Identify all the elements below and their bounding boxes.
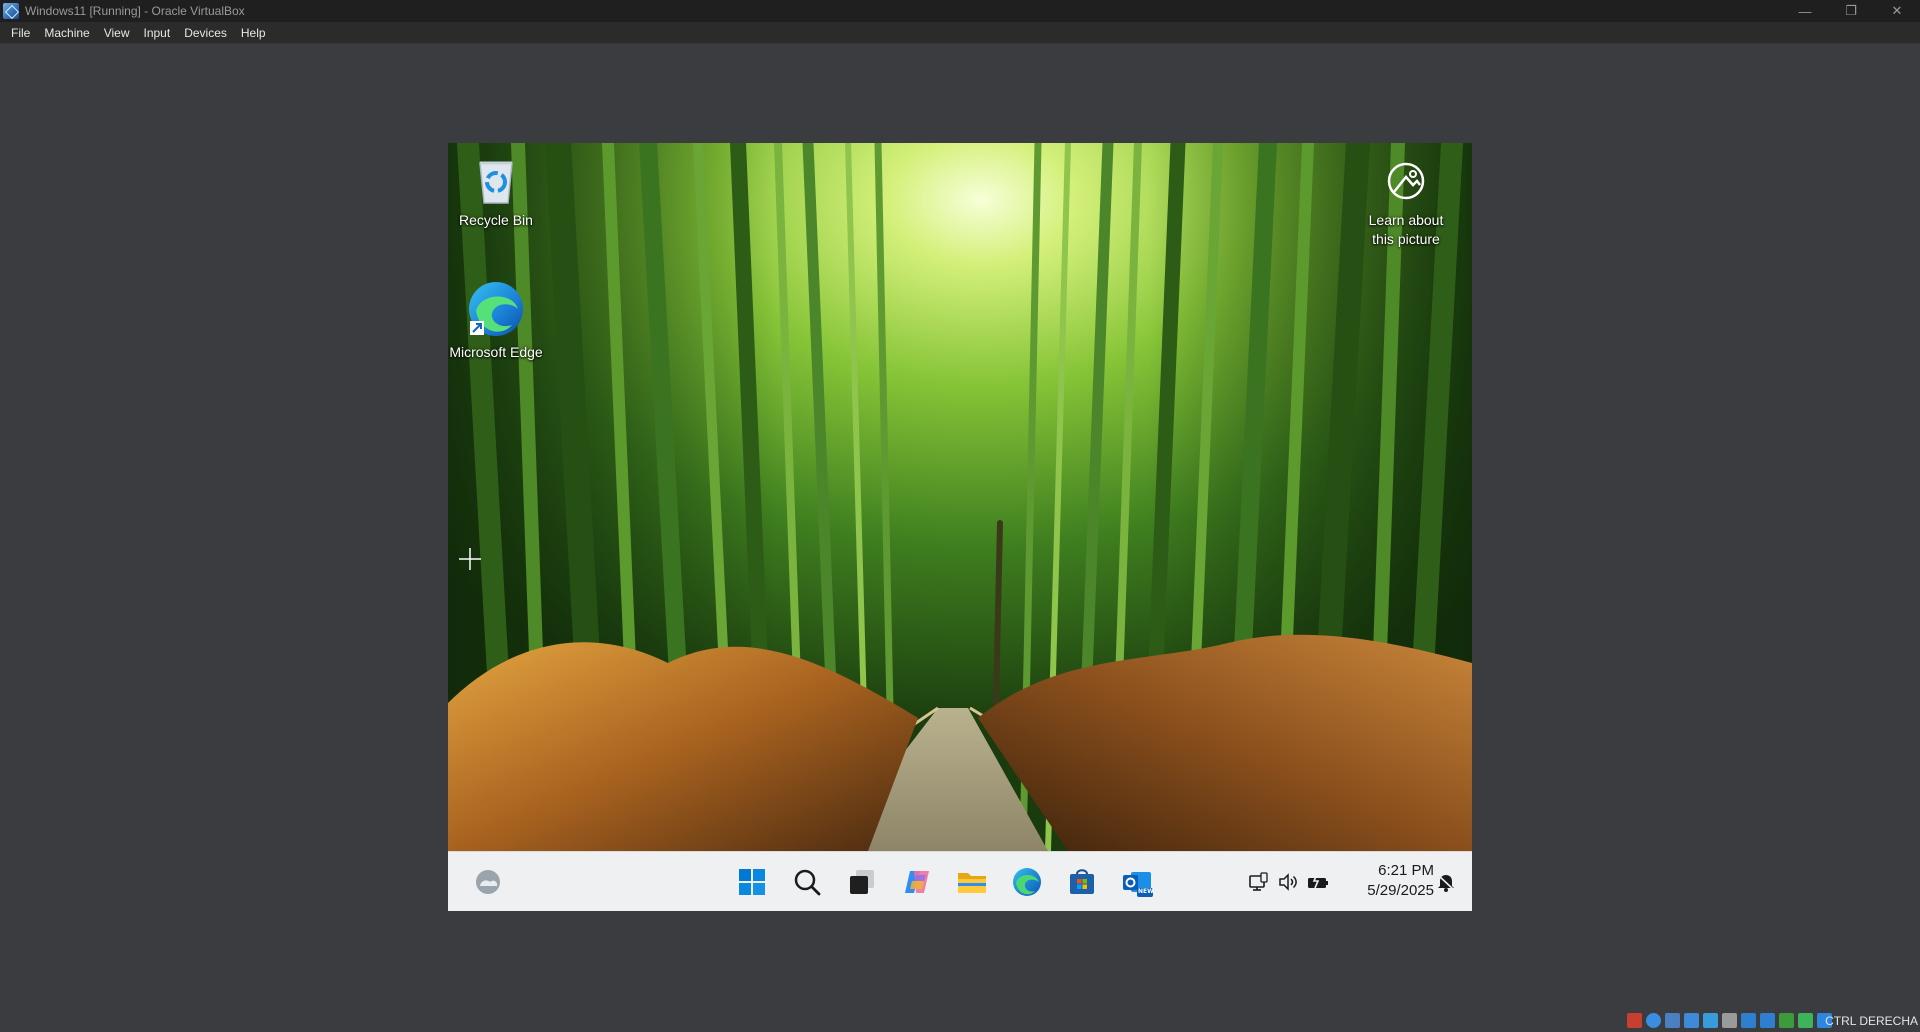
menu-devices[interactable]: Devices xyxy=(177,22,234,44)
mouse-integration-icon[interactable] xyxy=(1798,1013,1813,1028)
desktop-icon-microsoft-edge[interactable]: Microsoft Edge xyxy=(448,279,544,362)
battery-icon[interactable] xyxy=(1306,870,1330,894)
window-controls: — ❐ ✕ xyxy=(1782,0,1920,22)
network-icon[interactable] xyxy=(1246,870,1270,894)
menu-machine[interactable]: Machine xyxy=(37,22,96,44)
edge-icon[interactable] xyxy=(1009,864,1045,900)
hard-disk-icon[interactable] xyxy=(1627,1013,1642,1028)
task-view-icon[interactable] xyxy=(844,864,880,900)
volume-icon[interactable] xyxy=(1276,870,1300,894)
learn-about-picture-label: Learn about this picture xyxy=(1368,212,1444,247)
menu-bar: File Machine View Input Devices Help xyxy=(0,22,1920,44)
widgets-weather-icon[interactable] xyxy=(470,864,506,900)
desktop-wallpaper[interactable] xyxy=(448,143,1472,851)
clock-time: 6:21 PM xyxy=(1378,862,1434,879)
recycle-bin-label: Recycle Bin xyxy=(459,212,533,228)
cpu-icon[interactable] xyxy=(1779,1013,1794,1028)
edge-shortcut-icon xyxy=(466,279,526,339)
optical-drive-icon[interactable] xyxy=(1646,1013,1661,1028)
notification-bell-icon[interactable] xyxy=(1434,870,1458,894)
shared-folders-icon[interactable] xyxy=(1722,1013,1737,1028)
recording-icon[interactable] xyxy=(1760,1013,1775,1028)
recycle-bin-icon xyxy=(470,155,522,207)
microsoft-store-icon[interactable] xyxy=(1064,864,1100,900)
copilot-icon[interactable] xyxy=(899,864,935,900)
clock-date: 5/29/2025 xyxy=(1367,882,1434,899)
close-button[interactable]: ✕ xyxy=(1874,0,1920,22)
menu-input[interactable]: Input xyxy=(137,22,178,44)
minimize-button[interactable]: — xyxy=(1782,0,1828,22)
window-title: Windows11 [Running] - Oracle VirtualBox xyxy=(25,4,245,18)
search-icon[interactable] xyxy=(789,864,825,900)
window-titlebar: Windows11 [Running] - Oracle VirtualBox … xyxy=(0,0,1920,22)
desktop-icon-learn-about-picture[interactable]: Learn about this picture xyxy=(1358,155,1454,249)
virtualbox-app-icon xyxy=(3,3,19,19)
usb-icon[interactable] xyxy=(1703,1013,1718,1028)
desktop-icon-recycle-bin[interactable]: Recycle Bin xyxy=(448,155,544,230)
menu-file[interactable]: File xyxy=(4,22,37,44)
windows-taskbar: NEW 6:21 PM 5/29/2025 xyxy=(448,851,1472,911)
menu-view[interactable]: View xyxy=(97,22,137,44)
taskbar-clock[interactable]: 6:21 PM 5/29/2025 xyxy=(1367,861,1434,901)
file-explorer-icon[interactable] xyxy=(954,864,990,900)
menu-help[interactable]: Help xyxy=(234,22,273,44)
outlook-new-icon[interactable]: NEW xyxy=(1119,864,1155,900)
network-adapter-icon[interactable] xyxy=(1684,1013,1699,1028)
learn-picture-icon xyxy=(1380,155,1432,207)
microsoft-edge-label: Microsoft Edge xyxy=(449,344,543,360)
outlook-new-badge: NEW xyxy=(1138,888,1154,895)
restore-button[interactable]: ❐ xyxy=(1828,0,1874,22)
start-icon[interactable] xyxy=(734,864,770,900)
crosshair-cursor-icon xyxy=(459,548,481,570)
vm-display[interactable]: Recycle Bin Microsoft Edge Learn about t… xyxy=(448,143,1472,911)
audio-icon[interactable] xyxy=(1665,1013,1680,1028)
display-icon[interactable] xyxy=(1741,1013,1756,1028)
host-key-label: CTRL DERECHA xyxy=(1825,1014,1918,1028)
status-indicators xyxy=(1627,1013,1832,1028)
vm-status-bar: CTRL DERECHA xyxy=(0,1010,1920,1032)
